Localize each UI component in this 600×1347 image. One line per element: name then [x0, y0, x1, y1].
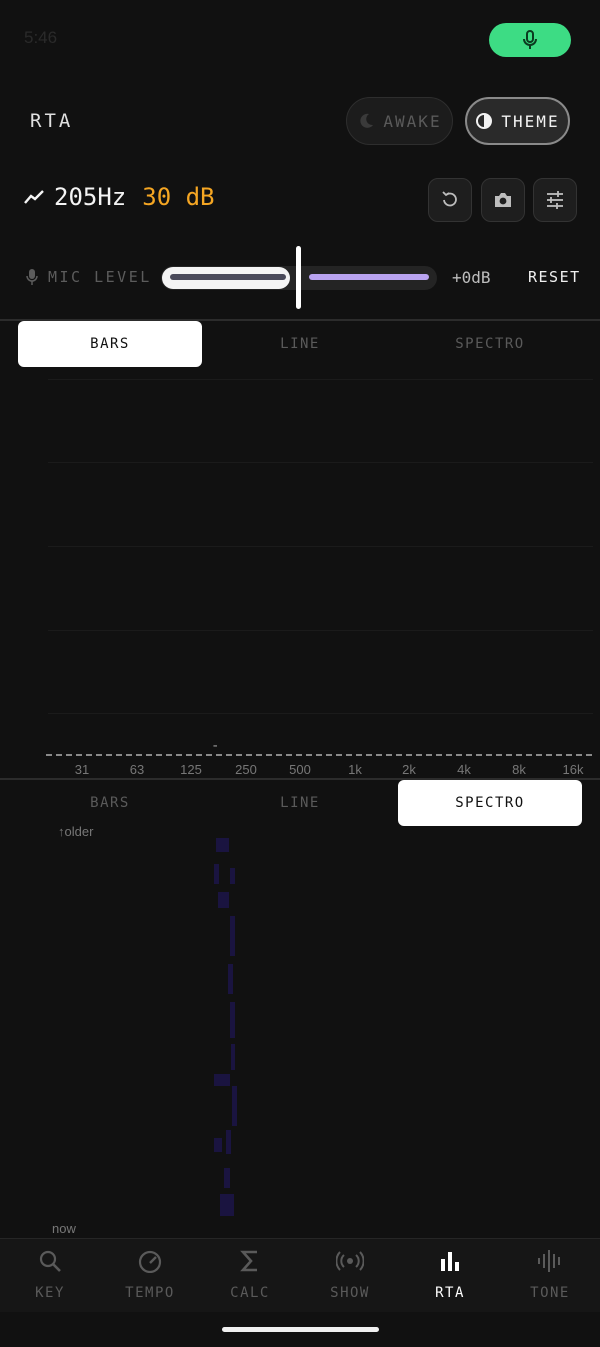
settings-button[interactable] [533, 178, 577, 222]
trend-icon [24, 190, 44, 204]
gridline [48, 379, 593, 380]
nav-label: RTA [435, 1285, 465, 1301]
mic-level-text: MIC LEVEL [48, 268, 152, 286]
status-time: 5:46 [24, 28, 58, 47]
spectrogram-svg [214, 838, 237, 1216]
speedometer-icon [138, 1250, 162, 1273]
nav-item-rta[interactable]: RTA [400, 1239, 500, 1312]
broadcast-icon [336, 1251, 364, 1271]
tab-bars-top[interactable]: BARS [18, 321, 202, 367]
peak-marker: - [211, 738, 222, 754]
reset-button[interactable]: RESET [528, 268, 581, 286]
freq-label: 4k [457, 762, 471, 777]
peak-readout: 205Hz 30 dB [24, 183, 215, 211]
freq-label: 31 [74, 762, 90, 777]
sigma-icon [240, 1250, 257, 1272]
awake-label: AWAKE [383, 111, 442, 131]
slider-left-line [170, 274, 286, 280]
camera-icon [495, 193, 511, 207]
tab-spectro-bottom[interactable]: SPECTRO [398, 780, 582, 826]
freq-label: 8k [512, 762, 526, 777]
slider-right-line [309, 274, 429, 280]
snapshot-button[interactable] [481, 178, 525, 222]
peak-frequency: 205Hz [54, 183, 127, 211]
freq-label: 63 [129, 762, 145, 777]
theme-button[interactable]: THEME [465, 97, 570, 145]
moon-icon [360, 113, 374, 128]
bottom-nav: KEY TEMPO CALC SHOW RTA TONE [0, 1238, 600, 1312]
mic-level-label: MIC LEVEL [26, 268, 152, 286]
freq-label: 125 [180, 762, 202, 777]
nav-item-tempo[interactable]: TEMPO [100, 1239, 200, 1312]
freq-label: 500 [289, 762, 311, 777]
nav-label: TONE [530, 1285, 570, 1301]
spectro-now-label: now [52, 1221, 76, 1236]
nav-item-show[interactable]: SHOW [300, 1239, 400, 1312]
freq-label: 16k [562, 762, 584, 777]
tab-line-bottom[interactable]: LINE [208, 780, 392, 826]
theme-label: THEME [501, 111, 560, 131]
sliders-icon [547, 191, 563, 209]
spectro-older-label: ↑older [58, 824, 94, 839]
tab-bars-bottom[interactable]: BARS [18, 780, 202, 826]
awake-button[interactable]: AWAKE [346, 97, 453, 145]
home-indicator[interactable] [222, 1327, 379, 1332]
nav-item-tone[interactable]: TONE [500, 1239, 600, 1312]
contrast-icon [476, 113, 493, 129]
freq-label: 2k [402, 762, 416, 777]
freq-label: 1k [348, 762, 362, 777]
rta-baseline [46, 754, 592, 756]
reset-peak-button[interactable] [428, 178, 472, 222]
mic-toggle-button[interactable] [489, 23, 571, 57]
nav-label: CALC [230, 1285, 270, 1301]
gridline [48, 462, 593, 463]
tab-spectro-top[interactable]: SPECTRO [398, 321, 582, 367]
slider-thumb[interactable] [296, 246, 301, 309]
spectrogram-trace [200, 838, 250, 1218]
rta-plot [0, 370, 600, 778]
tab-line-top[interactable]: LINE [208, 321, 392, 367]
freq-label: 250 [235, 762, 257, 777]
undo-icon [442, 191, 457, 207]
microphone-icon [26, 269, 38, 285]
gridline [48, 546, 593, 547]
nav-item-key[interactable]: KEY [0, 1239, 100, 1312]
microphone-icon [523, 30, 537, 49]
search-icon [39, 1250, 61, 1272]
peak-level: 30 dB [142, 183, 215, 211]
page-title: RTA [30, 110, 74, 132]
gridline [48, 630, 593, 631]
gain-value: +0dB [452, 268, 491, 287]
nav-label: SHOW [330, 1285, 370, 1301]
nav-item-calc[interactable]: CALC [200, 1239, 300, 1312]
waveform-icon [538, 1250, 560, 1272]
bar-chart-icon [441, 1252, 459, 1271]
gridline [48, 713, 593, 714]
nav-label: KEY [35, 1285, 65, 1301]
nav-label: TEMPO [125, 1285, 175, 1301]
